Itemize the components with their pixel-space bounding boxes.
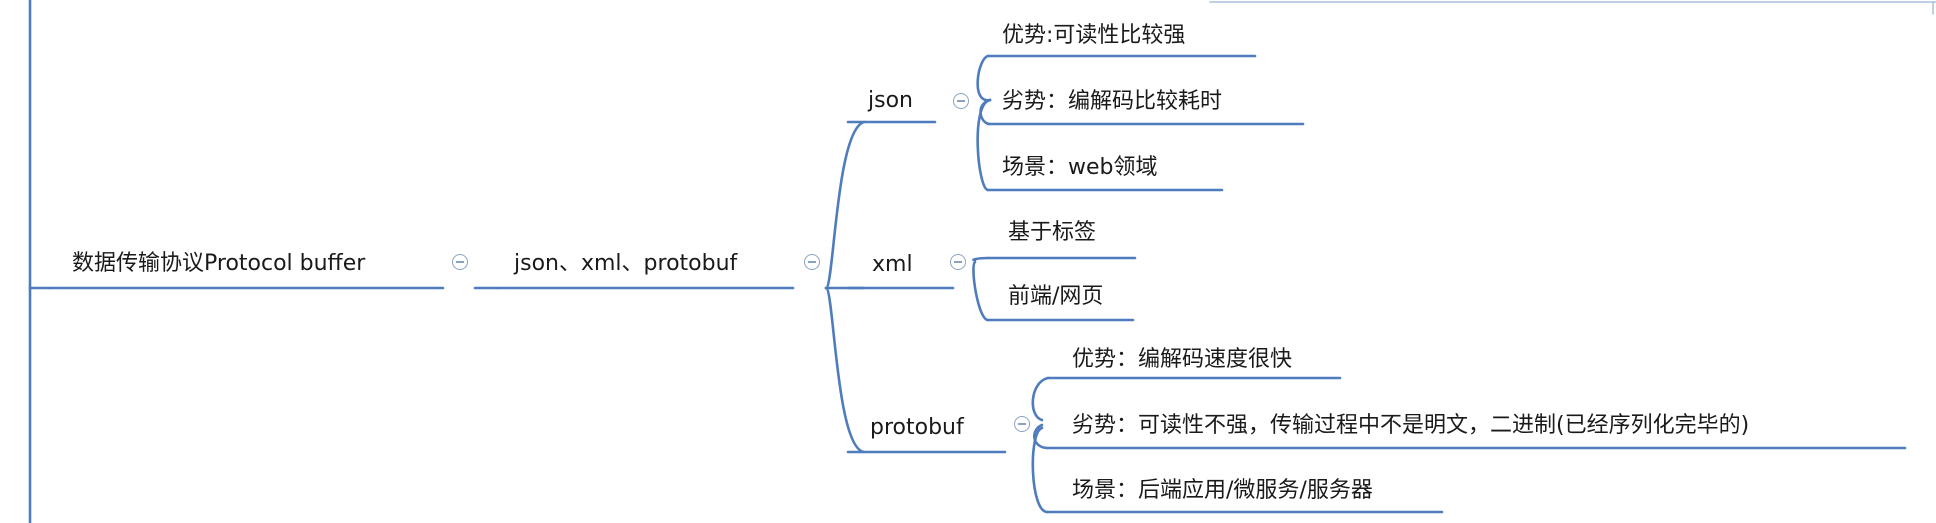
root-node-label[interactable]: 数据传输协议Protocol buffer bbox=[72, 250, 365, 278]
branch-xml-label[interactable]: xml bbox=[872, 251, 913, 279]
json-item-disadvantage[interactable]: 劣势：编解码比较耗时 bbox=[1002, 88, 1222, 116]
branch-protobuf-label[interactable]: protobuf bbox=[870, 414, 964, 442]
json-item-advantage[interactable]: 优势:可读性比较强 bbox=[1002, 22, 1185, 50]
xml-item-tag-based[interactable]: 基于标签 bbox=[1008, 219, 1096, 247]
collapse-minus-icon[interactable] bbox=[953, 93, 969, 109]
mindmap-canvas: 数据传输协议Protocol buffer json、xml、protobuf … bbox=[0, 0, 1936, 523]
protobuf-item-advantage[interactable]: 优势：编解码速度很快 bbox=[1072, 346, 1292, 374]
collapse-minus-icon[interactable] bbox=[950, 254, 966, 270]
branch-json-label[interactable]: json bbox=[868, 87, 913, 115]
collapse-minus-icon[interactable] bbox=[804, 254, 820, 270]
protobuf-item-scenario[interactable]: 场景：后端应用/微服务/服务器 bbox=[1072, 477, 1373, 505]
collapse-minus-icon[interactable] bbox=[452, 254, 468, 270]
collapse-minus-icon[interactable] bbox=[1014, 416, 1030, 432]
group-node-label[interactable]: json、xml、protobuf bbox=[514, 250, 737, 278]
json-item-scenario[interactable]: 场景：web领域 bbox=[1002, 154, 1158, 182]
protobuf-item-disadvantage[interactable]: 劣势：可读性不强，传输过程中不是明文，二进制(已经序列化完毕的) bbox=[1072, 412, 1749, 440]
xml-item-frontend[interactable]: 前端/网页 bbox=[1008, 283, 1103, 311]
